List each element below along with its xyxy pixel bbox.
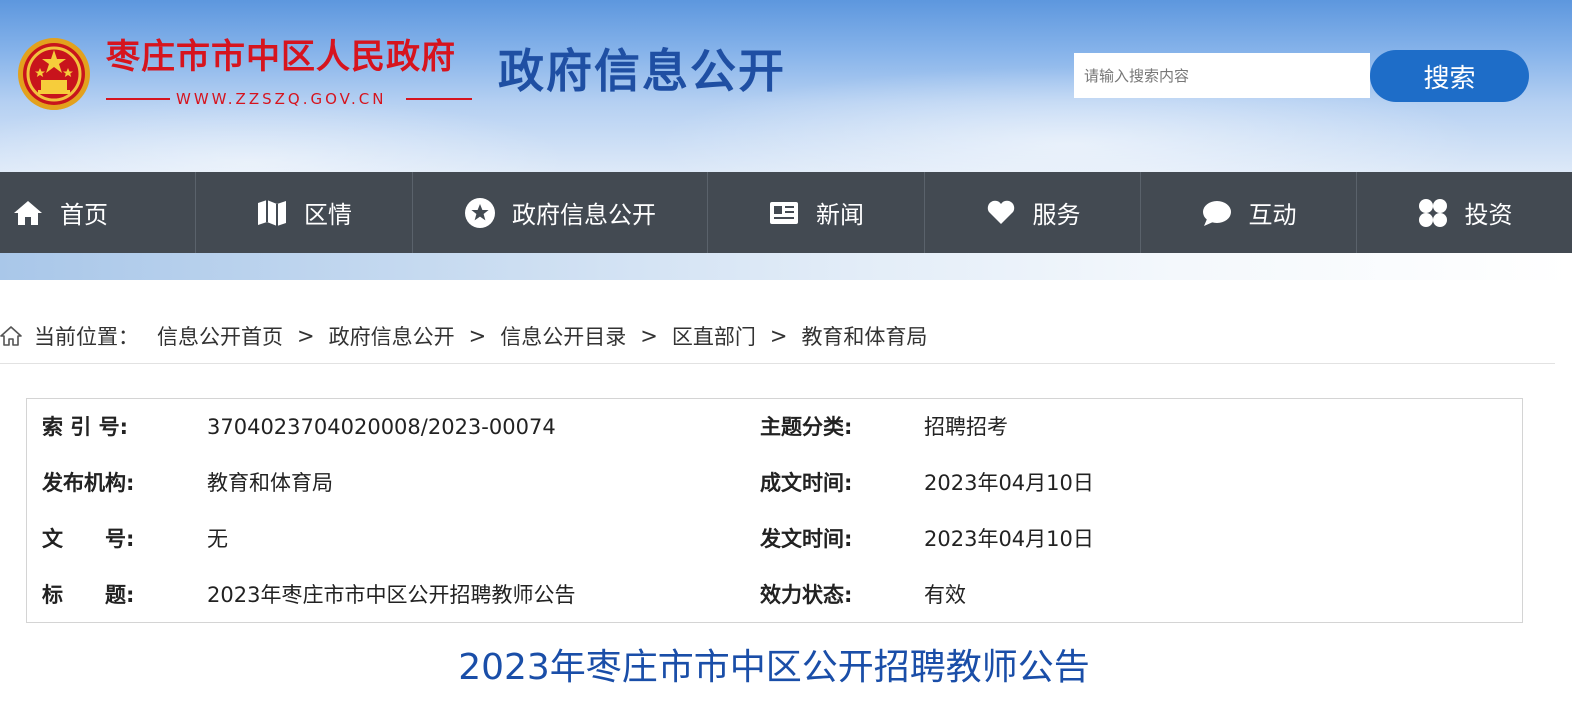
- site-name: 枣庄市市中区人民政府: [106, 37, 456, 77]
- breadcrumb-separator: >: [468, 324, 487, 348]
- breadcrumb-separator: >: [297, 324, 315, 348]
- breadcrumb-link-gov-info[interactable]: 政府信息公开: [329, 321, 455, 351]
- metadata-label: 文 号:: [42, 527, 135, 551]
- nav-label: 服务: [1032, 201, 1081, 229]
- metadata-label: 成文时间:: [760, 471, 853, 495]
- metadata-label: 主题分类:: [760, 415, 853, 439]
- star-circle-icon: [464, 197, 496, 229]
- metadata-row: 索 引 号: 3704023704020008/2023-00074 主题分类:…: [27, 399, 1522, 455]
- metadata-row: 标 题: 2023年枣庄市市中区公开招聘教师公告 效力状态: 有效: [27, 567, 1522, 623]
- nav-label: 互动: [1248, 201, 1297, 229]
- metadata-label: 发布机构:: [42, 471, 135, 495]
- nav-item-investment[interactable]: 投资: [1357, 172, 1572, 253]
- metadata-label: 标 题:: [42, 583, 135, 607]
- nav-label: 新闻: [816, 201, 864, 229]
- article-title: 2023年枣庄市市中区公开招聘教师公告: [458, 647, 1090, 688]
- breadcrumb-link-education-bureau[interactable]: 教育和体育局: [801, 321, 927, 351]
- breadcrumb-prefix: 当前位置：: [34, 325, 139, 349]
- metadata-label: 发文时间:: [760, 527, 853, 551]
- divider: [106, 98, 170, 100]
- main-nav: 首页 区情 政府信息公开 新闻 服务 互动 投资: [0, 172, 1572, 253]
- metadata-value: 3704023704020008/2023-00074: [207, 415, 556, 439]
- site-url: WWW.ZZSZQ.GOV.CN: [176, 90, 387, 108]
- chat-bubble-icon: [1201, 197, 1233, 229]
- breadcrumb-separator: >: [769, 324, 788, 348]
- divider: [406, 98, 472, 100]
- nav-item-district[interactable]: 区情: [196, 172, 413, 253]
- divider: [0, 363, 1555, 364]
- breadcrumb-link-departments[interactable]: 区直部门: [672, 321, 756, 351]
- metadata-value: 无: [207, 527, 228, 551]
- nav-label: 首页: [60, 201, 108, 229]
- nav-item-interaction[interactable]: 互动: [1141, 172, 1357, 253]
- map-icon: [256, 197, 288, 229]
- metadata-value: 2023年04月10日: [924, 527, 1094, 551]
- breadcrumb-link-info-home[interactable]: 信息公开首页: [157, 321, 283, 351]
- heart-hand-icon: [985, 197, 1017, 229]
- metadata-value: 有效: [924, 583, 966, 607]
- metadata-value: 教育和体育局: [207, 471, 333, 495]
- search-button[interactable]: 搜索: [1370, 50, 1529, 102]
- metadata-row: 文 号: 无 发文时间: 2023年04月10日: [27, 511, 1522, 567]
- nav-item-home[interactable]: 首页: [0, 172, 196, 253]
- nav-item-news[interactable]: 新闻: [708, 172, 925, 253]
- breadcrumb: 当前位置： 信息公开首页 > 政府信息公开 > 信息公开目录 > 区直部门 > …: [0, 320, 927, 352]
- site-url-row: WWW.ZZSZQ.GOV.CN: [106, 88, 472, 110]
- decorative-strip: [0, 253, 1572, 280]
- nav-item-gov-info[interactable]: 政府信息公开: [413, 172, 708, 253]
- breadcrumb-link-catalog[interactable]: 信息公开目录: [500, 321, 626, 351]
- metadata-value: 2023年枣庄市市中区公开招聘教师公告: [207, 583, 576, 607]
- grid-petals-icon: [1417, 197, 1449, 229]
- metadata-label: 效力状态:: [760, 583, 853, 607]
- metadata-value: 2023年04月10日: [924, 471, 1094, 495]
- newspaper-icon: [768, 197, 800, 229]
- nav-label: 政府信息公开: [512, 201, 656, 229]
- metadata-value: 招聘招考: [924, 415, 1008, 439]
- nav-label: 投资: [1464, 201, 1513, 229]
- nav-item-service[interactable]: 服务: [925, 172, 1141, 253]
- nav-label: 区情: [304, 201, 352, 229]
- home-icon: [12, 197, 44, 229]
- metadata-row: 发布机构: 教育和体育局 成文时间: 2023年04月10日: [27, 455, 1522, 511]
- national-emblem-icon: [18, 38, 90, 110]
- search-input[interactable]: [1074, 53, 1370, 98]
- section-title: 政府信息公开: [498, 44, 786, 98]
- home-outline-icon: [0, 326, 22, 346]
- metadata-label: 索 引 号:: [42, 415, 129, 439]
- breadcrumb-separator: >: [640, 324, 658, 348]
- document-metadata-table: 索 引 号: 3704023704020008/2023-00074 主题分类:…: [26, 398, 1523, 623]
